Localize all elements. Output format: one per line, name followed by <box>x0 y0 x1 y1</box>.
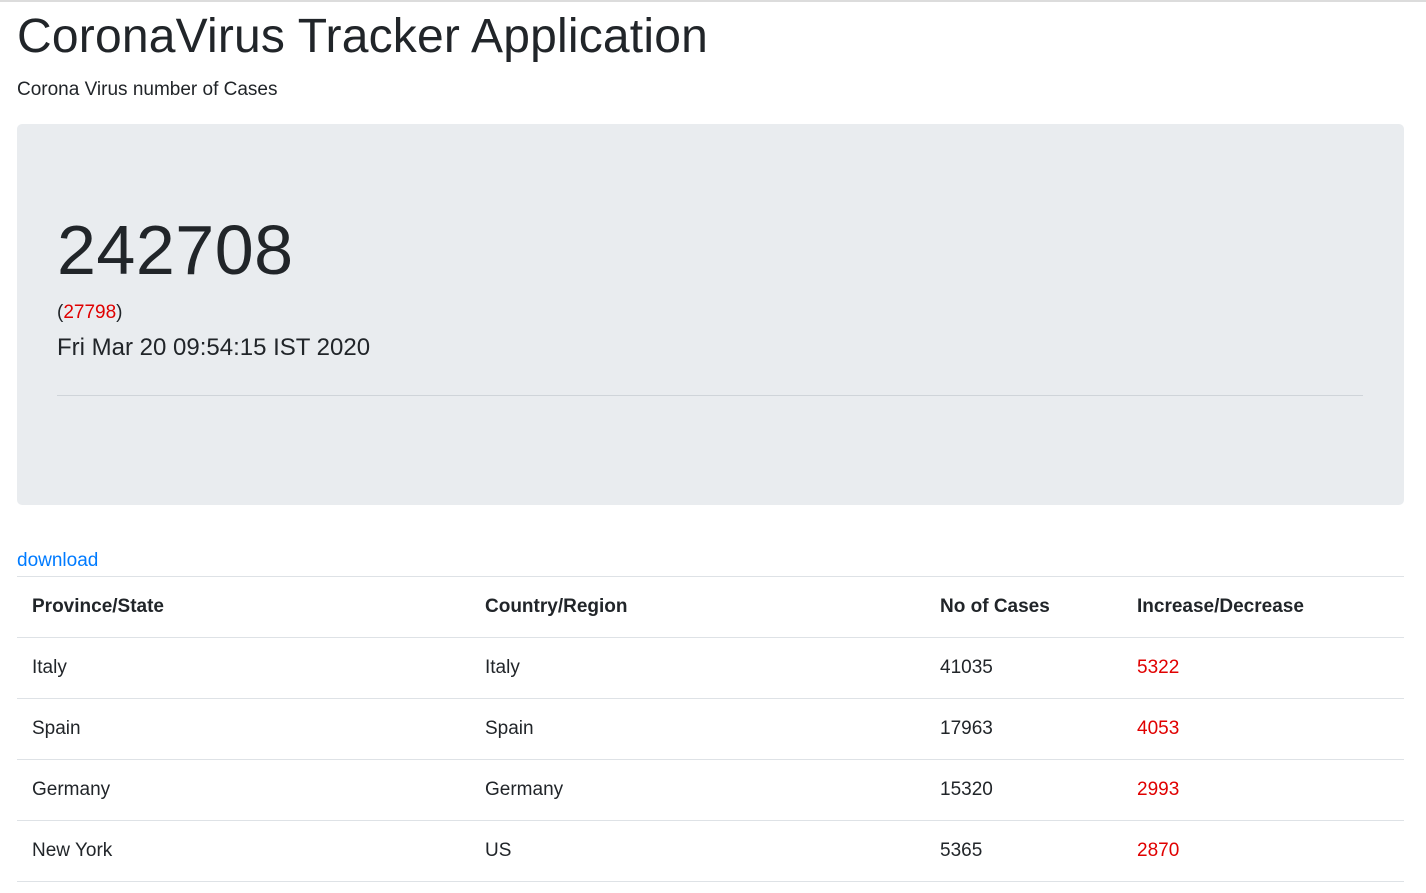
last-updated-timestamp: Fri Mar 20 09:54:15 IST 2020 <box>57 334 371 361</box>
close-paren: ) <box>116 302 123 323</box>
header-no-of-cases: No of Cases <box>925 576 1122 638</box>
table-row: Spain Spain 17963 4053 <box>17 698 1404 760</box>
page-title: CoronaVirus Tracker Application <box>17 10 708 63</box>
cell-province-state: Germany <box>17 759 470 821</box>
table-row: New York US 5365 2870 <box>17 820 1404 882</box>
cell-no-of-cases: 15320 <box>925 759 1122 821</box>
cell-increase-decrease: 4053 <box>1122 698 1404 760</box>
cell-increase-decrease: 5322 <box>1122 637 1404 699</box>
header-increase-decrease: Increase/Decrease <box>1122 576 1404 638</box>
table-header-row: Province/State Country/Region No of Case… <box>17 576 1404 638</box>
summary-panel: 242708 (27798) Fri Mar 20 09:54:15 IST 2… <box>17 124 1404 505</box>
cell-country-region: Spain <box>470 698 925 760</box>
header-country-region: Country/Region <box>470 576 925 638</box>
total-cases: 242708 <box>57 211 294 289</box>
summary-divider <box>57 395 1363 396</box>
cases-table: Province/State Country/Region No of Case… <box>17 576 1404 882</box>
cell-country-region: Italy <box>470 637 925 699</box>
daily-change-value: 27798 <box>63 302 117 323</box>
cell-province-state: Spain <box>17 698 470 760</box>
cell-country-region: US <box>470 820 925 882</box>
cell-no-of-cases: 5365 <box>925 820 1122 882</box>
cell-country-region: Germany <box>470 759 925 821</box>
cell-increase-decrease: 2870 <box>1122 820 1404 882</box>
cell-no-of-cases: 17963 <box>925 698 1122 760</box>
page: CoronaVirus Tracker Application Corona V… <box>0 0 1426 893</box>
download-link[interactable]: download <box>17 549 98 573</box>
header-province-state: Province/State <box>17 576 470 638</box>
cell-province-state: Italy <box>17 637 470 699</box>
daily-change-line: (27798) <box>57 301 123 325</box>
page-subtitle: Corona Virus number of Cases <box>17 79 278 100</box>
cell-province-state: New York <box>17 820 470 882</box>
table-row: Germany Germany 15320 2993 <box>17 759 1404 821</box>
top-border <box>0 0 1426 3</box>
table-row: Italy Italy 41035 5322 <box>17 637 1404 699</box>
cell-increase-decrease: 2993 <box>1122 759 1404 821</box>
cell-no-of-cases: 41035 <box>925 637 1122 699</box>
